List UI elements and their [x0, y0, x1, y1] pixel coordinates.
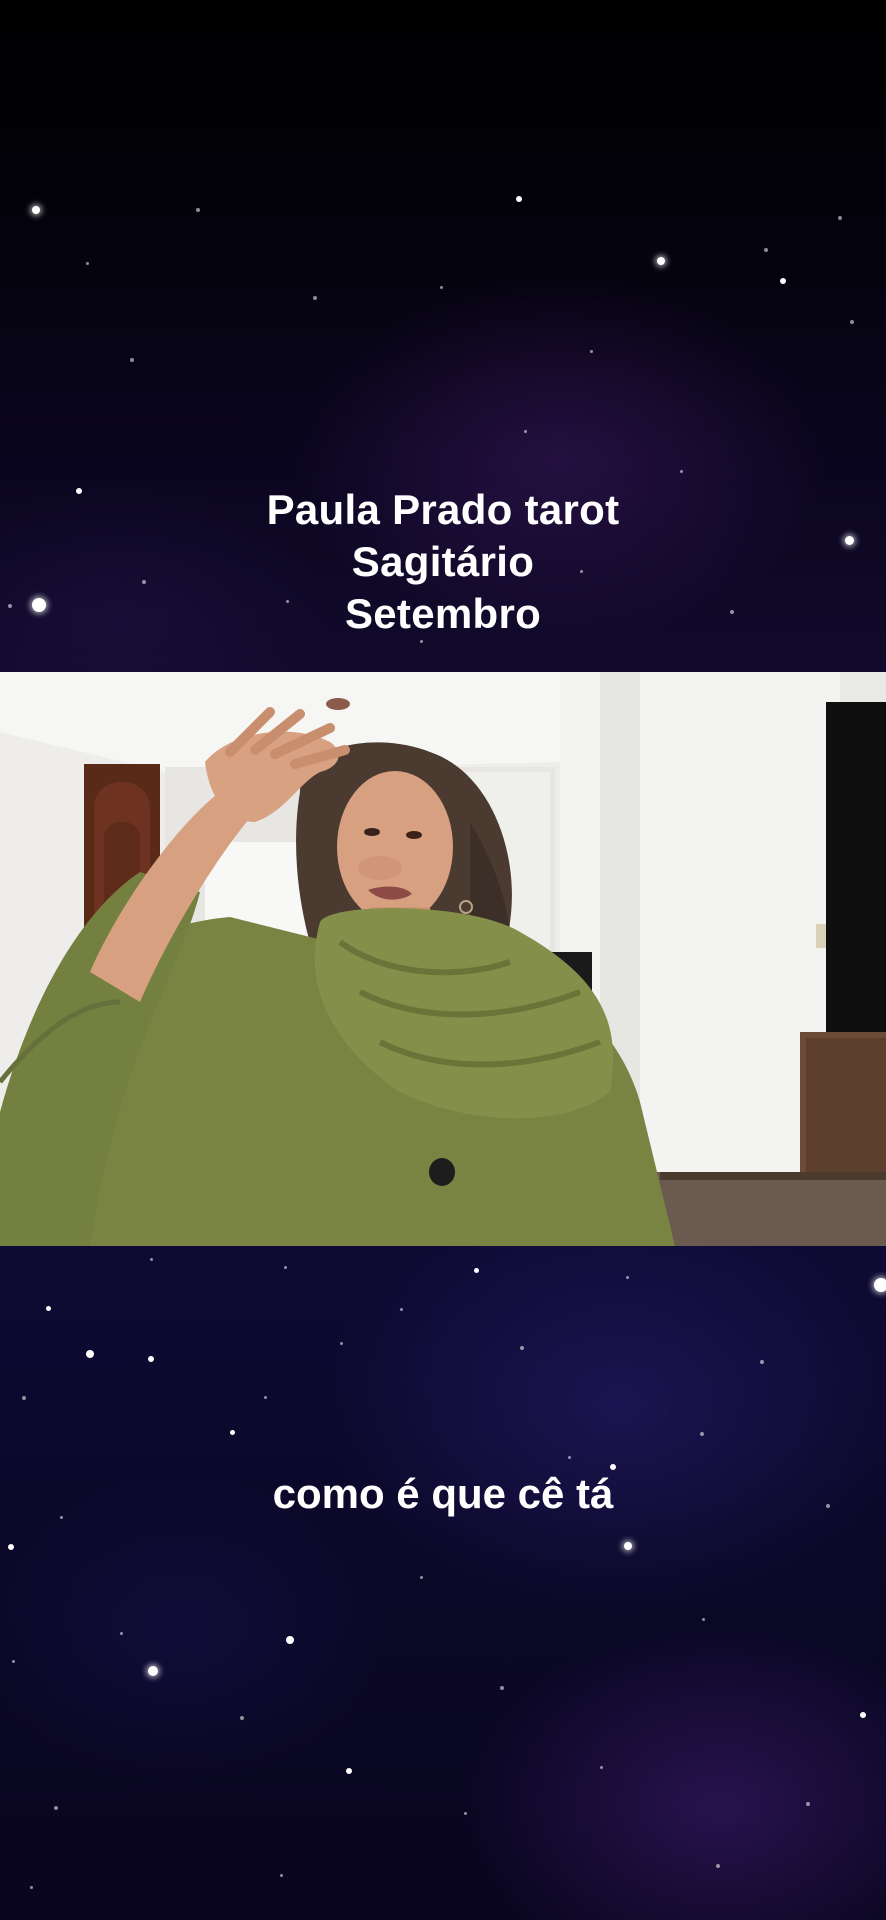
overlay-title-line-3: Setembro — [344, 590, 542, 637]
subtitle-caption: como é que cê tá — [272, 1470, 614, 1517]
overlay-title-line-2: Sagitário — [351, 538, 535, 585]
overlay-title: Paula Prado tarot Sagitário Setembro — [0, 484, 886, 640]
video-frame[interactable] — [0, 672, 886, 1246]
starfield-bottom — [0, 1246, 886, 1920]
video-post: Paula Prado tarot Sagitário Setembro com… — [0, 0, 886, 1920]
overlay-title-line-1: Paula Prado tarot — [266, 486, 620, 533]
video-scene — [0, 672, 886, 1246]
